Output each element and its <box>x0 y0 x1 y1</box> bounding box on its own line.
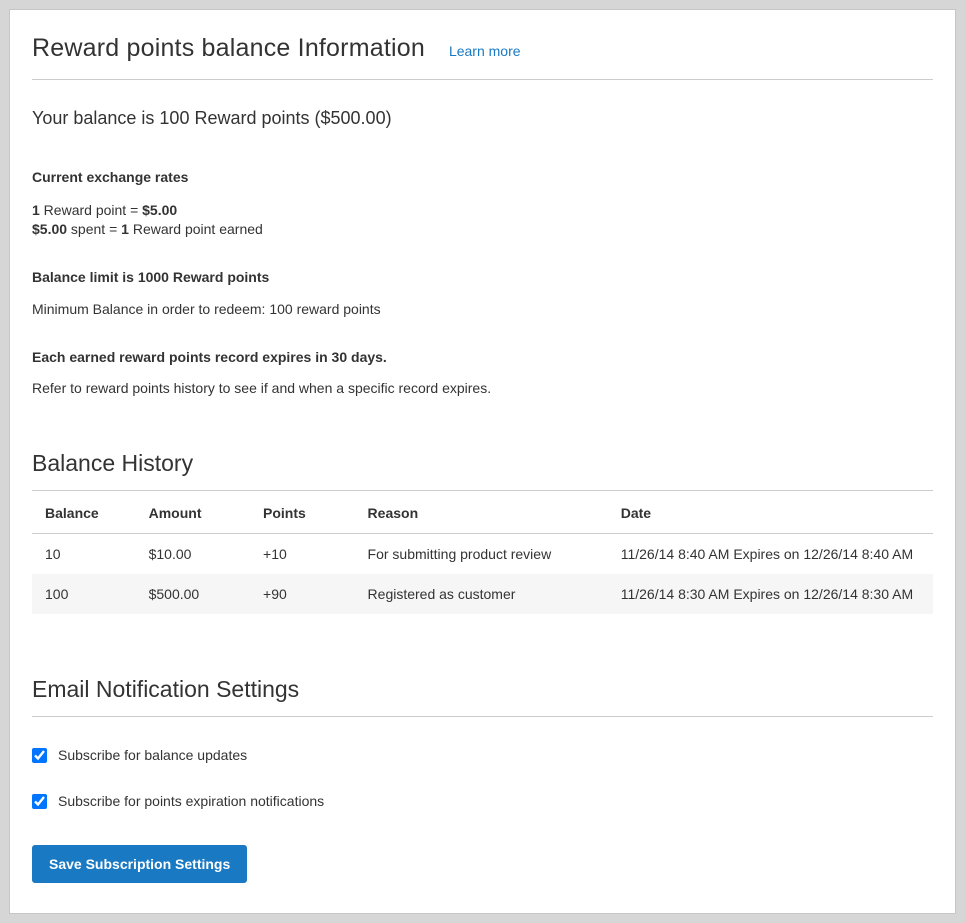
reward-points-card: Reward points balance Information Learn … <box>9 9 956 914</box>
exchange-rate-lines: 1 Reward point = $5.00 $5.00 spent = 1 R… <box>32 201 933 239</box>
column-header-points: Points <box>250 491 355 534</box>
column-header-amount: Amount <box>136 491 250 534</box>
exchange-rates-title: Current exchange rates <box>32 169 933 185</box>
page-title: Reward points balance Information <box>32 34 425 63</box>
rate2-value: $5.00 <box>32 221 67 237</box>
expiry-note-text: Refer to reward points history to see if… <box>32 380 933 396</box>
rate1-points: 1 <box>32 202 40 218</box>
save-subscription-button[interactable]: Save Subscription Settings <box>32 845 247 883</box>
cell-reason: For submitting product review <box>355 534 608 575</box>
cell-amount: $10.00 <box>136 534 250 575</box>
exchange-rate-line-2: $5.00 spent = 1 Reward point earned <box>32 220 933 239</box>
expiration-notifications-option: Subscribe for points expiration notifica… <box>32 793 933 809</box>
rate2-points: 1 <box>121 221 129 237</box>
table-header-row: Balance Amount Points Reason Date <box>32 491 933 534</box>
cell-date: 11/26/14 8:30 AM Expires on 12/26/14 8:3… <box>608 574 933 614</box>
balance-history-section: Balance History Balance Amount Points Re… <box>32 450 933 614</box>
cell-amount: $500.00 <box>136 574 250 614</box>
rate2-middle: spent = <box>67 221 121 237</box>
rate1-value: $5.00 <box>142 202 177 218</box>
cell-reason: Registered as customer <box>355 574 608 614</box>
balance-summary: Your balance is 100 Reward points ($500.… <box>32 108 933 129</box>
balance-updates-label: Subscribe for balance updates <box>58 747 247 763</box>
column-header-date: Date <box>608 491 933 534</box>
cell-points: +90 <box>250 574 355 614</box>
balance-updates-option: Subscribe for balance updates <box>32 747 933 763</box>
cell-points: +10 <box>250 534 355 575</box>
rate1-middle: Reward point = <box>40 202 142 218</box>
rate2-tail: Reward point earned <box>129 221 263 237</box>
minimum-balance-text: Minimum Balance in order to redeem: 100 … <box>32 301 933 317</box>
expiry-text: Each earned reward points record expires… <box>32 349 933 365</box>
page-header: Reward points balance Information Learn … <box>32 22 933 80</box>
cell-balance: 10 <box>32 534 136 575</box>
balance-updates-checkbox[interactable] <box>32 748 47 763</box>
expiration-notifications-checkbox[interactable] <box>32 794 47 809</box>
table-row: 10 $10.00 +10 For submitting product rev… <box>32 534 933 575</box>
expiration-notifications-label: Subscribe for points expiration notifica… <box>58 793 324 809</box>
email-notification-section: Email Notification Settings Subscribe fo… <box>32 676 933 883</box>
cell-date: 11/26/14 8:40 AM Expires on 12/26/14 8:4… <box>608 534 933 575</box>
balance-history-table: Balance Amount Points Reason Date 10 $10… <box>32 491 933 614</box>
cell-balance: 100 <box>32 574 136 614</box>
balance-limit-text: Balance limit is 1000 Reward points <box>32 269 933 285</box>
email-settings-title: Email Notification Settings <box>32 676 933 717</box>
table-row: 100 $500.00 +90 Registered as customer 1… <box>32 574 933 614</box>
exchange-rate-line-1: 1 Reward point = $5.00 <box>32 201 933 220</box>
column-header-balance: Balance <box>32 491 136 534</box>
balance-history-title: Balance History <box>32 450 933 491</box>
learn-more-link[interactable]: Learn more <box>449 43 521 59</box>
column-header-reason: Reason <box>355 491 608 534</box>
